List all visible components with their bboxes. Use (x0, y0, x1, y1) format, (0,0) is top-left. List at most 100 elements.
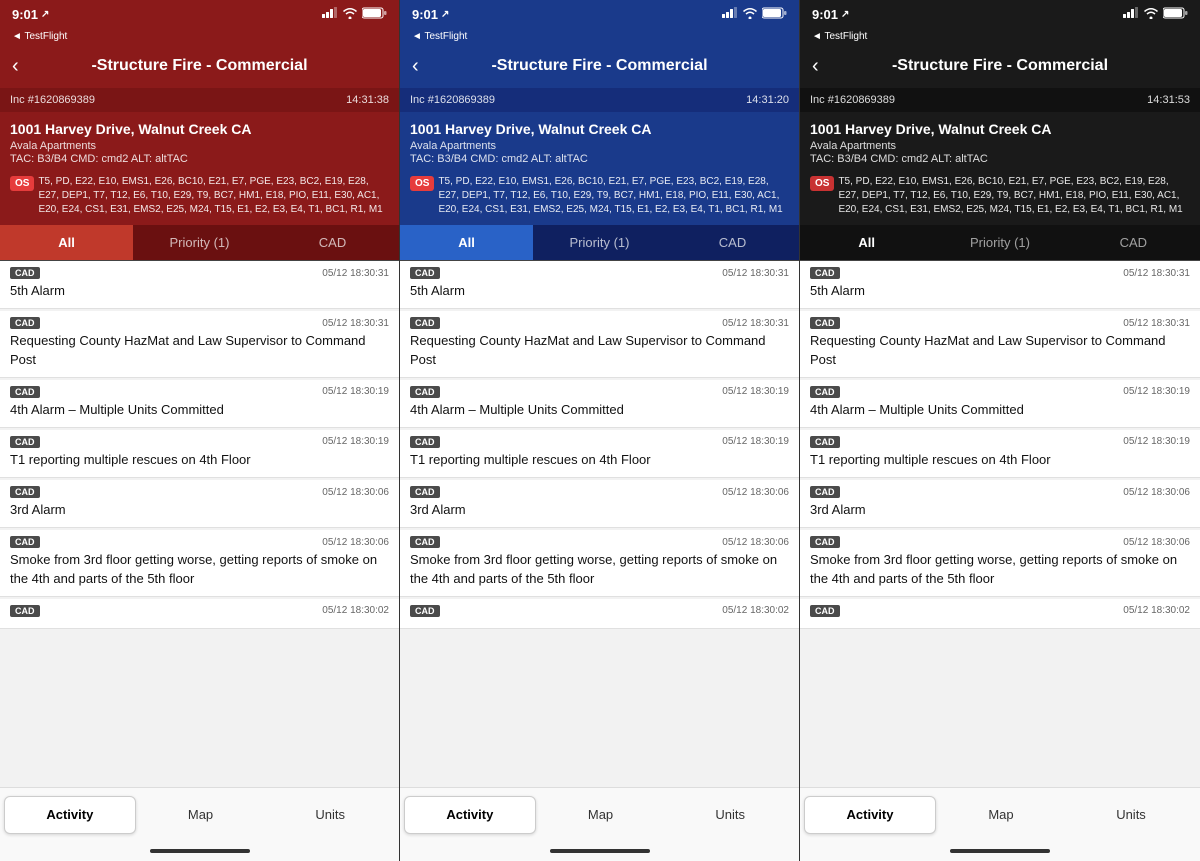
status-bar: 9:01 ↗ (0, 0, 399, 28)
address-section: 1001 Harvey Drive, Walnut Creek CA Avala… (0, 112, 399, 171)
status-right (722, 7, 787, 22)
tab-priority--1-[interactable]: Priority (1) (133, 225, 266, 260)
incident-number: Inc #1620869389 (10, 94, 95, 106)
bottom-nav-units[interactable]: Units (265, 796, 395, 834)
bottom-nav: ActivityMapUnits (400, 787, 799, 841)
units-row: OS T5, PD, E22, E10, EMS1, E26, BC10, E2… (800, 171, 1200, 225)
os-badge: OS (810, 176, 834, 191)
back-button[interactable]: ‹ (12, 55, 19, 78)
address-section: 1001 Harvey Drive, Walnut Creek CA Avala… (400, 112, 799, 171)
arrow-icon: ↗ (441, 9, 449, 20)
incident-time: 14:31:53 (1147, 94, 1190, 106)
testflight-bar: ◄ TestFlight (400, 28, 799, 44)
tab-cad[interactable]: CAD (266, 225, 399, 260)
bottom-nav-units[interactable]: Units (1066, 796, 1196, 834)
bottom-nav-activity[interactable]: Activity (4, 796, 136, 834)
activity-message: 3rd Alarm (10, 501, 389, 519)
battery-icon (762, 7, 787, 22)
cad-badge: CAD (810, 386, 840, 398)
activity-item-header: CAD 05/12 18:30:19 (10, 386, 389, 398)
nav-header: ‹ -Structure Fire - Commercial (0, 44, 399, 88)
testflight-bar: ◄ TestFlight (800, 28, 1200, 44)
status-bar: 9:01 ↗ (400, 0, 799, 28)
phone-panel-2: 9:01 ↗ ◄ TestFlight ‹ -Structure Fire - … (800, 0, 1200, 861)
tab-priority--1-[interactable]: Priority (1) (933, 225, 1066, 260)
wifi-icon (342, 7, 358, 22)
activity-timestamp: 05/12 18:30:02 (1123, 605, 1190, 616)
tac-info: TAC: B3/B4 CMD: cmd2 ALT: altTAC (810, 153, 1190, 165)
phone-panel-0: 9:01 ↗ ◄ TestFlight ‹ -Structure Fire - … (0, 0, 400, 861)
cad-badge: CAD (410, 436, 440, 448)
arrow-icon: ↗ (841, 9, 849, 20)
tab-cad[interactable]: CAD (1067, 225, 1200, 260)
activity-item-header: CAD 05/12 18:30:06 (410, 486, 789, 498)
activity-timestamp: 05/12 18:30:02 (322, 605, 389, 616)
activity-item: CAD 05/12 18:30:06 Smoke from 3rd floor … (800, 530, 1200, 596)
status-time: 9:01 ↗ (12, 7, 49, 22)
status-right (1123, 7, 1188, 22)
nav-title: -Structure Fire - Commercial (892, 57, 1108, 75)
signal-icon (1123, 7, 1139, 21)
activity-message: Requesting County HazMat and Law Supervi… (810, 332, 1190, 368)
home-indicator (0, 841, 399, 861)
cad-badge: CAD (10, 536, 40, 548)
activity-item-header: CAD 05/12 18:30:31 (410, 317, 789, 329)
bottom-nav-activity[interactable]: Activity (404, 796, 536, 834)
tab-all[interactable]: All (0, 225, 133, 260)
time-label: 9:01 (412, 7, 438, 22)
cad-badge: CAD (10, 486, 40, 498)
bottom-nav-map[interactable]: Map (136, 796, 266, 834)
cad-badge: CAD (810, 436, 840, 448)
battery-icon (362, 7, 387, 22)
activity-item: CAD 05/12 18:30:31 Requesting County Haz… (0, 311, 399, 377)
activity-message: 4th Alarm – Multiple Units Committed (410, 401, 789, 419)
cad-badge: CAD (810, 536, 840, 548)
building-name: Avala Apartments (10, 140, 389, 152)
tabs-row: AllPriority (1)CAD (0, 225, 399, 261)
activity-message: T1 reporting multiple rescues on 4th Flo… (10, 451, 389, 469)
home-bar (550, 849, 650, 853)
activity-item: CAD 05/12 18:30:02 (400, 599, 799, 629)
activity-timestamp: 05/12 18:30:06 (322, 487, 389, 498)
activity-item: CAD 05/12 18:30:06 Smoke from 3rd floor … (0, 530, 399, 596)
tac-info: TAC: B3/B4 CMD: cmd2 ALT: altTAC (10, 153, 389, 165)
activity-item-header: CAD 05/12 18:30:19 (810, 386, 1190, 398)
cad-badge: CAD (10, 317, 40, 329)
tabs-row: AllPriority (1)CAD (400, 225, 799, 261)
activity-item: CAD 05/12 18:30:06 3rd Alarm (800, 480, 1200, 528)
tab-all[interactable]: All (400, 225, 533, 260)
bottom-nav-map[interactable]: Map (536, 796, 666, 834)
testflight-label: ◄ TestFlight (812, 31, 867, 42)
activity-item-header: CAD 05/12 18:30:31 (10, 317, 389, 329)
activity-list: CAD 05/12 18:30:31 5th Alarm CAD 05/12 1… (0, 261, 399, 787)
incident-time: 14:31:38 (346, 94, 389, 106)
tab-all[interactable]: All (800, 225, 933, 260)
activity-item-header: CAD 05/12 18:30:02 (10, 605, 389, 617)
bottom-nav-activity[interactable]: Activity (804, 796, 936, 834)
bottom-nav-units[interactable]: Units (665, 796, 795, 834)
activity-item: CAD 05/12 18:30:19 4th Alarm – Multiple … (400, 380, 799, 428)
street-address: 1001 Harvey Drive, Walnut Creek CA (410, 120, 789, 138)
back-button[interactable]: ‹ (812, 55, 819, 78)
status-right (322, 7, 387, 22)
activity-item-header: CAD 05/12 18:30:19 (10, 436, 389, 448)
incident-time: 14:31:20 (746, 94, 789, 106)
bottom-nav-map[interactable]: Map (936, 796, 1066, 834)
back-button[interactable]: ‹ (412, 55, 419, 78)
testflight-label: ◄ TestFlight (12, 31, 67, 42)
signal-icon (722, 7, 738, 21)
incident-bar: Inc #1620869389 14:31:53 (800, 88, 1200, 112)
signal-icon (322, 7, 338, 21)
activity-item: CAD 05/12 18:30:31 5th Alarm (800, 261, 1200, 309)
activity-timestamp: 05/12 18:30:31 (1123, 318, 1190, 329)
tab-priority--1-[interactable]: Priority (1) (533, 225, 666, 260)
activity-item: CAD 05/12 18:30:31 Requesting County Haz… (400, 311, 799, 377)
activity-item: CAD 05/12 18:30:02 (800, 599, 1200, 629)
tab-cad[interactable]: CAD (666, 225, 799, 260)
cad-badge: CAD (410, 386, 440, 398)
activity-timestamp: 05/12 18:30:31 (1123, 268, 1190, 279)
activity-list: CAD 05/12 18:30:31 5th Alarm CAD 05/12 1… (400, 261, 799, 787)
street-address: 1001 Harvey Drive, Walnut Creek CA (810, 120, 1190, 138)
activity-message: Requesting County HazMat and Law Supervi… (10, 332, 389, 368)
cad-badge: CAD (10, 436, 40, 448)
